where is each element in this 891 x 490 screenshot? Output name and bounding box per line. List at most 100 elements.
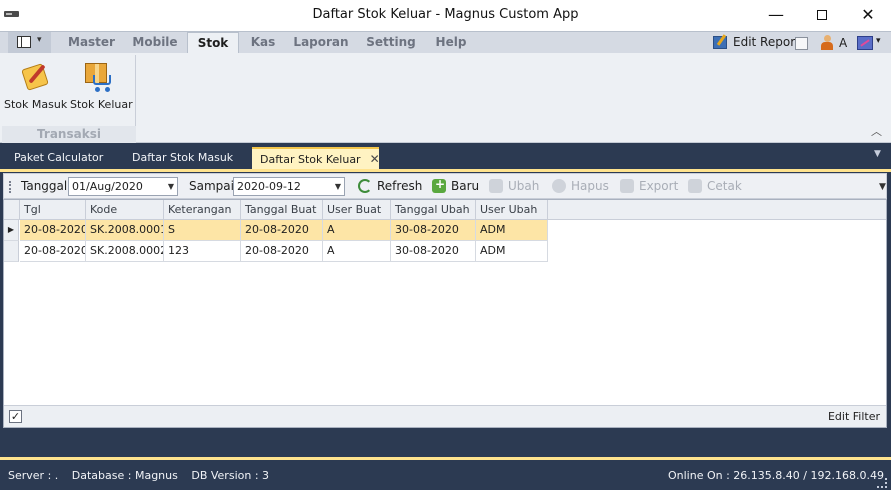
cell-user-ubah[interactable]: ADM — [476, 220, 548, 241]
edit-report-checkbox[interactable] — [795, 37, 808, 50]
stok-keluar-button[interactable]: Stok Keluar — [70, 59, 133, 115]
cell-kode[interactable]: SK.2008.0002 — [86, 241, 164, 262]
tanggal-date-picker[interactable]: 01/Aug/2020 ▼ — [68, 177, 178, 196]
ribbon-group-title: Transaksi — [2, 126, 136, 143]
edit-report-label: Edit Report — [733, 35, 800, 49]
status-database: Database : Magnus — [71, 469, 178, 482]
cell-tanggal-ubah[interactable]: 30-08-2020 — [391, 241, 476, 262]
chevron-down-icon[interactable]: ▾ — [876, 36, 881, 46]
cell-tanggal-buat[interactable]: 20-08-2020 — [241, 241, 323, 262]
column-header-tanggal-ubah[interactable]: Tanggal Ubah — [391, 200, 476, 220]
column-header-kode[interactable]: Kode — [86, 200, 164, 220]
document-tab-bar: Paket Calculator Daftar Stok Masuk Dafta… — [0, 143, 891, 169]
cell-tanggal-buat[interactable]: 20-08-2020 — [241, 220, 323, 241]
close-button[interactable]: ✕ — [845, 0, 891, 31]
cell-user-buat[interactable]: A — [323, 241, 391, 262]
user-icon[interactable] — [820, 35, 834, 50]
filter-toolbar: Tanggal 01/Aug/2020 ▼ Sampai 2020-09-12 … — [3, 173, 887, 199]
column-header-keterangan[interactable]: Keterangan — [164, 200, 241, 220]
column-header-tgl[interactable]: Tgl — [20, 200, 86, 220]
collapse-ribbon-icon[interactable]: ︿ — [871, 123, 882, 139]
grid-header: Tgl Kode Keterangan Tanggal Buat User Bu… — [4, 200, 886, 220]
doc-tab-daftar-stok-keluar[interactable]: Daftar Stok Keluar ✕ — [252, 147, 380, 169]
table-row[interactable]: 20-08-2020 SK.2008.0002 123 20-08-2020 A… — [4, 241, 548, 262]
ribbon-group-transaksi: Stok Masuk Stok Keluar Transaksi — [2, 55, 136, 143]
maximize-button[interactable] — [799, 0, 845, 31]
tab-accent-line — [0, 169, 891, 172]
ribbon-tab-bar: ▾ Master Mobile Stok Kas Laporan Setting… — [0, 31, 891, 54]
chevron-down-icon[interactable]: ▼ — [335, 178, 341, 195]
column-header-user-ubah[interactable]: User Ubah — [476, 200, 548, 220]
cell-kode[interactable]: SK.2008.0001 — [86, 220, 164, 241]
baru-button[interactable]: Baru — [432, 177, 480, 196]
export-label: Export — [639, 179, 679, 193]
ubah-button[interactable]: Ubah — [489, 178, 539, 196]
ribbon-tab-mobile[interactable]: Mobile — [126, 32, 184, 53]
maximize-icon — [817, 10, 827, 20]
filter-enable-checkbox[interactable]: ✓ — [9, 410, 22, 423]
header-indicator — [4, 200, 20, 220]
notepad-pencil-icon — [21, 61, 51, 91]
status-db-version: DB Version : 3 — [191, 469, 270, 482]
doc-tab-daftar-stok-masuk[interactable]: Daftar Stok Masuk — [124, 147, 241, 169]
edit-report-icon — [713, 36, 727, 49]
filter-panel: ✓ Edit Filter — [4, 405, 886, 427]
sampai-label: Sampai — [189, 179, 234, 193]
ribbon-tab-laporan[interactable]: Laporan — [289, 32, 353, 53]
delete-icon — [552, 179, 566, 193]
export-icon — [620, 179, 634, 193]
user-name: A — [839, 36, 848, 50]
cell-tgl[interactable]: 20-08-2020 — [20, 241, 86, 262]
doc-tab-paket-calculator[interactable]: Paket Calculator — [6, 147, 111, 169]
chevron-down-icon: ▾ — [37, 35, 42, 45]
cell-keterangan[interactable]: 123 — [164, 241, 241, 262]
print-icon — [688, 179, 702, 193]
cell-tgl[interactable]: 20-08-2020 — [20, 220, 86, 241]
edit-filter-link[interactable]: Edit Filter — [828, 410, 880, 423]
cell-user-buat[interactable]: A — [323, 220, 391, 241]
cell-tanggal-ubah[interactable]: 30-08-2020 — [391, 220, 476, 241]
stok-keluar-grid: Tgl Kode Keterangan Tanggal Buat User Bu… — [3, 199, 887, 428]
row-indicator-icon: ▶ — [4, 220, 19, 241]
cell-user-ubah[interactable]: ADM — [476, 241, 548, 262]
ribbon-tab-master[interactable]: Master — [61, 32, 122, 53]
minimize-button[interactable]: — — [753, 0, 799, 31]
status-server: Server : . — [8, 469, 59, 482]
ribbon-tab-kas[interactable]: Kas — [243, 32, 283, 53]
status-online: Online On : 26.135.8.40 / 192.168.0.49 — [668, 469, 884, 482]
stok-masuk-button[interactable]: Stok Masuk — [4, 59, 68, 115]
column-header-user-buat[interactable]: User Buat — [323, 200, 391, 220]
doc-tab-label: Daftar Stok Keluar — [260, 153, 361, 166]
sampai-value: 2020-09-12 — [237, 180, 301, 193]
tab-list-chevron-icon[interactable]: ▼ — [874, 149, 881, 159]
hapus-label: Hapus — [571, 179, 609, 193]
export-button[interactable]: Export — [620, 178, 678, 196]
chevron-down-icon[interactable]: ▼ — [168, 178, 174, 195]
toolbar-overflow-icon[interactable]: ▼ — [879, 182, 886, 192]
skin-theme-icon[interactable] — [857, 36, 873, 50]
table-row[interactable]: ▶ 20-08-2020 SK.2008.0001 S 20-08-2020 A… — [4, 220, 548, 241]
status-bar: Server : . Database : Magnus DB Version … — [0, 460, 891, 490]
sampai-date-picker[interactable]: 2020-09-12 ▼ — [233, 177, 345, 196]
refresh-icon — [358, 179, 372, 193]
refresh-label: Refresh — [377, 179, 423, 193]
column-header-tanggal-buat[interactable]: Tanggal Buat — [241, 200, 323, 220]
cetak-button[interactable]: Cetak — [688, 178, 742, 196]
close-tab-icon[interactable]: ✕ — [370, 149, 380, 169]
resize-grip-icon[interactable] — [877, 478, 887, 488]
toolbar-grip[interactable] — [9, 181, 11, 193]
ribbon-tab-stok[interactable]: Stok — [187, 32, 239, 54]
baru-label: Baru — [451, 179, 480, 193]
cetak-label: Cetak — [707, 179, 742, 193]
ribbon-tab-help[interactable]: Help — [429, 32, 473, 53]
ribbon-panel: Stok Masuk Stok Keluar Transaksi ︿ — [0, 53, 891, 143]
application-menu-button[interactable]: ▾ — [8, 32, 51, 53]
hapus-button[interactable]: Hapus — [552, 178, 609, 196]
row-indicator — [4, 241, 19, 262]
stok-masuk-label: Stok Masuk — [4, 98, 68, 111]
ribbon-tab-setting[interactable]: Setting — [360, 32, 422, 53]
refresh-button[interactable]: Refresh — [358, 178, 423, 196]
edit-icon — [489, 179, 503, 193]
cell-keterangan[interactable]: S — [164, 220, 241, 241]
ubah-label: Ubah — [508, 179, 540, 193]
